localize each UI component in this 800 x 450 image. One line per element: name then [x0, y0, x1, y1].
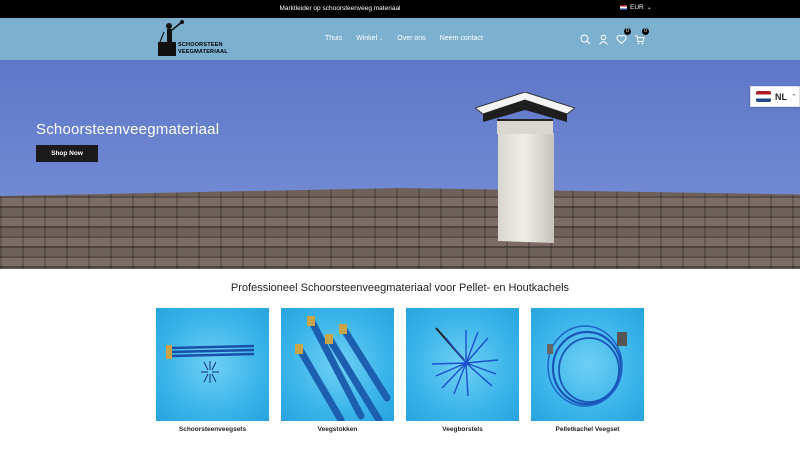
cart-icon[interactable]: 0 [634, 28, 649, 45]
collection-card-veegborstels[interactable] [406, 308, 519, 421]
cart-count-badge: 0 [642, 28, 649, 35]
chevron-down-icon: ⌄ [646, 5, 652, 11]
currency-selector[interactable]: EUR ⌄ [620, 4, 652, 11]
language-switcher[interactable]: NL ⌃ [750, 86, 800, 107]
user-icon[interactable] [598, 32, 609, 45]
search-icon[interactable] [580, 32, 591, 45]
roof-image [0, 188, 800, 269]
shop-now-button[interactable]: Shop Now [36, 145, 98, 162]
chevron-up-icon: ⌃ [791, 93, 797, 101]
main-nav: Thuis Winkel ⌄ Over ons Neem contact [325, 35, 483, 42]
netherlands-flag-icon [756, 91, 771, 102]
collection-label-veegstokken[interactable]: Veegstokken [281, 426, 394, 433]
site-logo[interactable]: SCHOORSTEEN VEEGMATERIAAL [156, 20, 230, 58]
hero-banner: Schoorsteenveegmateriaal Shop Now [0, 60, 800, 269]
nav-item-over-ons[interactable]: Over ons [397, 35, 425, 42]
collection-card-veegstokken[interactable] [281, 308, 394, 421]
nav-item-contact[interactable]: Neem contact [440, 35, 483, 42]
announcement-bar: Marktleider op schoorsteenveeg materiaal… [0, 0, 800, 18]
collection-label-pelletkachel[interactable]: Pelletkachel Veegset [531, 426, 644, 433]
nav-item-thuis[interactable]: Thuis [325, 35, 342, 42]
chevron-down-icon: ⌄ [379, 36, 384, 42]
netherlands-flag-icon [620, 5, 627, 10]
heart-icon[interactable]: 0 [616, 28, 631, 45]
nav-item-winkel[interactable]: Winkel ⌄ [356, 35, 383, 42]
logo-text: SCHOORSTEEN VEEGMATERIAAL [178, 42, 228, 56]
pellet-sweep-set-image [547, 325, 627, 407]
site-header: SCHOORSTEEN VEEGMATERIAAL Thuis Winkel ⌄… [0, 18, 800, 60]
logo-line-2: VEEGMATERIAAL [178, 49, 228, 55]
logo-line-1: SCHOORSTEEN [178, 42, 223, 48]
announcement-text: Marktleider op schoorsteenveeg materiaal [279, 5, 401, 12]
collections-title: Professioneel Schoorsteenveegmateriaal v… [230, 282, 570, 294]
chimney-cap-image [475, 92, 575, 134]
collection-card-veegsets[interactable] [156, 308, 269, 421]
wishlist-count-badge: 0 [624, 28, 631, 35]
hero-title: Schoorsteenveegmateriaal [36, 121, 220, 138]
sweep-rods-image [295, 316, 391, 421]
chimney-image [498, 131, 554, 243]
sweep-set-image [166, 344, 255, 383]
collection-label-veegborstels[interactable]: Veegborstels [406, 426, 519, 433]
sweep-brush-image [431, 327, 499, 397]
language-code: NL [775, 91, 787, 102]
nav-item-winkel-label: Winkel [356, 35, 378, 42]
collection-card-pelletkachel[interactable] [531, 308, 644, 421]
header-icons: 0 0 [580, 28, 649, 45]
currency-label: EUR [630, 4, 644, 11]
collection-label-veegsets[interactable]: Schoorsteenveegsets [156, 426, 269, 433]
